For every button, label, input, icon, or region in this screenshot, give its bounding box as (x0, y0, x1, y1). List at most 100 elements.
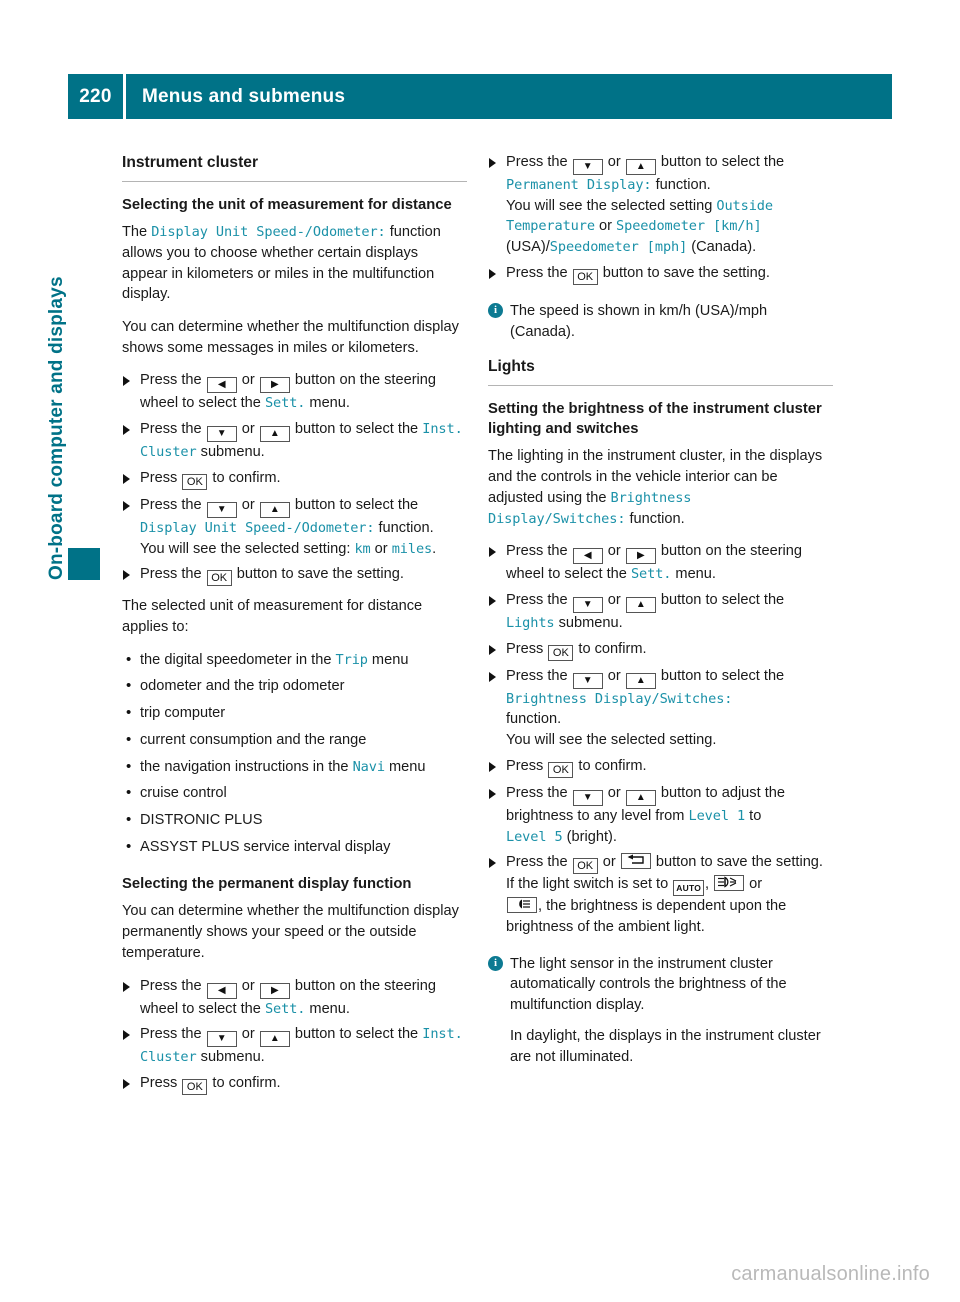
step-item: Press the ▼ or ▲ button to select the Di… (122, 495, 467, 559)
step-list-permanent-display: Press the ◀ or ▶ button on the steering … (122, 976, 467, 1096)
paragraph-permanent-display-intro: You can determine whether the multifunct… (122, 903, 459, 961)
ui-term-sett: Sett. (264, 395, 306, 412)
text-fragment: . (432, 540, 437, 557)
step-item: Press the ◀ or ▶ button on the steering … (122, 370, 467, 414)
note-text: In daylight, the displays in the instrum… (510, 1027, 821, 1065)
ui-term-miles: miles (391, 540, 433, 557)
text-fragment: Press the (506, 264, 572, 281)
up-arrow-icon[interactable]: ▲ (625, 159, 656, 175)
text-fragment: (bright). (562, 828, 617, 845)
down-arrow-icon[interactable]: ▼ (572, 159, 603, 175)
ok-button-icon[interactable]: OK (572, 268, 598, 285)
text-fragment: Press the (140, 372, 206, 389)
ok-button-icon[interactable]: OK (548, 761, 574, 778)
list-item: ASSYST PLUS service interval display (122, 836, 467, 858)
text-fragment: or (237, 421, 259, 438)
text-fragment: function. (506, 711, 562, 728)
footer-watermark: carmanualsonline.info (731, 1263, 930, 1285)
back-arrow-icon[interactable] (620, 853, 651, 870)
text-fragment: or (745, 876, 763, 893)
down-arrow-icon[interactable]: ▼ (206, 1031, 237, 1048)
text-fragment: Press the (506, 784, 572, 801)
ok-button-icon[interactable]: OK (572, 858, 598, 875)
step-item: Press the ▼ or ▲ button to adjust the br… (488, 783, 833, 847)
text-fragment: Press (506, 757, 548, 774)
up-arrow-icon[interactable]: ▲ (625, 789, 656, 806)
headlight-icon[interactable] (714, 875, 745, 892)
right-arrow-icon[interactable]: ▶ (259, 377, 290, 394)
step-item: Press the ◀ or ▶ button on the steering … (122, 976, 467, 1020)
step-list-unit-measurement: Press the ◀ or ▶ button on the steering … (122, 370, 467, 587)
down-arrow-icon[interactable]: ▼ (572, 672, 603, 689)
right-arrow-icon[interactable]: ▶ (259, 982, 290, 999)
step-list-brightness: Press the ◀ or ▶ button on the steering … (488, 541, 833, 937)
text-fragment: menu. (305, 395, 350, 412)
list-applies-to: the digital speedometer in the Trip menu… (122, 649, 467, 858)
step-item: Press OK to confirm. (488, 756, 833, 778)
up-arrow-icon[interactable]: ▲ (625, 596, 656, 613)
list-item: odometer and the trip odometer (122, 675, 467, 697)
lowbeam-icon[interactable] (507, 897, 537, 914)
up-arrow-icon[interactable]: ▲ (259, 501, 290, 518)
text-fragment: Press the (506, 591, 572, 608)
step-item: Press the OK or button to save the setti… (488, 852, 833, 937)
text-fragment: to confirm. (208, 469, 281, 486)
step-item: Press the ▼ or ▲ button to select the Li… (488, 590, 833, 634)
up-arrow-icon[interactable]: ▲ (259, 1031, 290, 1048)
step-item: Press OK to confirm. (122, 1073, 467, 1096)
step-list-permanent-display-continued: Press the ▼ or ▲ button to select the Pe… (488, 152, 833, 285)
auto-light-switch-icon[interactable]: AUTO (673, 880, 705, 897)
chapter-tab-label: On-board computer and displays (46, 276, 67, 580)
up-arrow-icon[interactable]: ▲ (259, 426, 290, 443)
ok-button-icon[interactable]: OK (182, 473, 208, 490)
text-fragment: to confirm. (574, 640, 647, 657)
text-fragment: button to select the (656, 591, 785, 608)
ui-term-km: km (354, 540, 371, 557)
text-fragment: or (237, 977, 259, 994)
text-fragment: function. (625, 510, 685, 527)
text-fragment: submenu. (196, 1049, 265, 1066)
left-arrow-icon[interactable]: ◀ (206, 982, 237, 999)
text-fragment: Press the (506, 667, 572, 684)
section-heading-lights: Lights (488, 358, 535, 376)
down-arrow-icon[interactable]: ▼ (206, 426, 237, 443)
text-fragment: menu (367, 651, 409, 668)
chapter-tab: On-board computer and displays (46, 160, 100, 580)
ok-button-icon[interactable]: OK (182, 1079, 208, 1096)
step-item: Press OK to confirm. (122, 468, 467, 490)
text-fragment: Press (140, 469, 182, 486)
ok-button-icon[interactable]: OK (548, 644, 574, 661)
page-header: 220 Menus and submenus (68, 74, 892, 119)
ui-term-lights: Lights (506, 614, 555, 631)
list-item: the digital speedometer in the Trip menu (122, 649, 467, 671)
right-column: Press the ▼ or ▲ button to select the Pe… (488, 152, 833, 1081)
down-arrow-icon[interactable]: ▼ (206, 501, 237, 518)
text-fragment: (Canada). (687, 239, 757, 256)
left-arrow-icon[interactable]: ◀ (206, 377, 237, 394)
text-fragment: or (603, 591, 625, 608)
text-fragment: Press the (140, 496, 206, 513)
text-fragment: button to save the setting. (598, 264, 770, 281)
info-icon: i (488, 302, 503, 318)
text-fragment: menu (384, 758, 426, 775)
info-icon: i (488, 955, 503, 971)
ui-term-level-1: Level 1 (688, 807, 746, 824)
text-fragment: or (237, 1026, 259, 1043)
left-arrow-icon[interactable]: ◀ (572, 548, 603, 565)
ui-term-trip: Trip (335, 651, 368, 668)
text-fragment: or (603, 154, 625, 170)
step-item: Press the OK button to save the setting. (488, 263, 833, 285)
right-arrow-icon[interactable]: ▶ (625, 548, 656, 565)
ok-button-icon[interactable]: OK (206, 570, 232, 587)
step-item: Press the ▼ or ▲ button to select the Br… (488, 666, 833, 751)
subheading-unit-of-measurement: Selecting the unit of measurement for di… (122, 197, 452, 214)
down-arrow-icon[interactable]: ▼ (572, 789, 603, 806)
up-arrow-icon[interactable]: ▲ (625, 672, 656, 689)
list-item: trip computer (122, 702, 467, 724)
text-fragment: button to save the setting. (232, 566, 404, 583)
text-fragment: function. (374, 519, 434, 536)
text-fragment: Press the (506, 154, 572, 170)
step-item: Press the ◀ or ▶ button on the steering … (488, 541, 833, 585)
down-arrow-icon[interactable]: ▼ (572, 596, 603, 613)
step-item: Press OK to confirm. (488, 639, 833, 661)
